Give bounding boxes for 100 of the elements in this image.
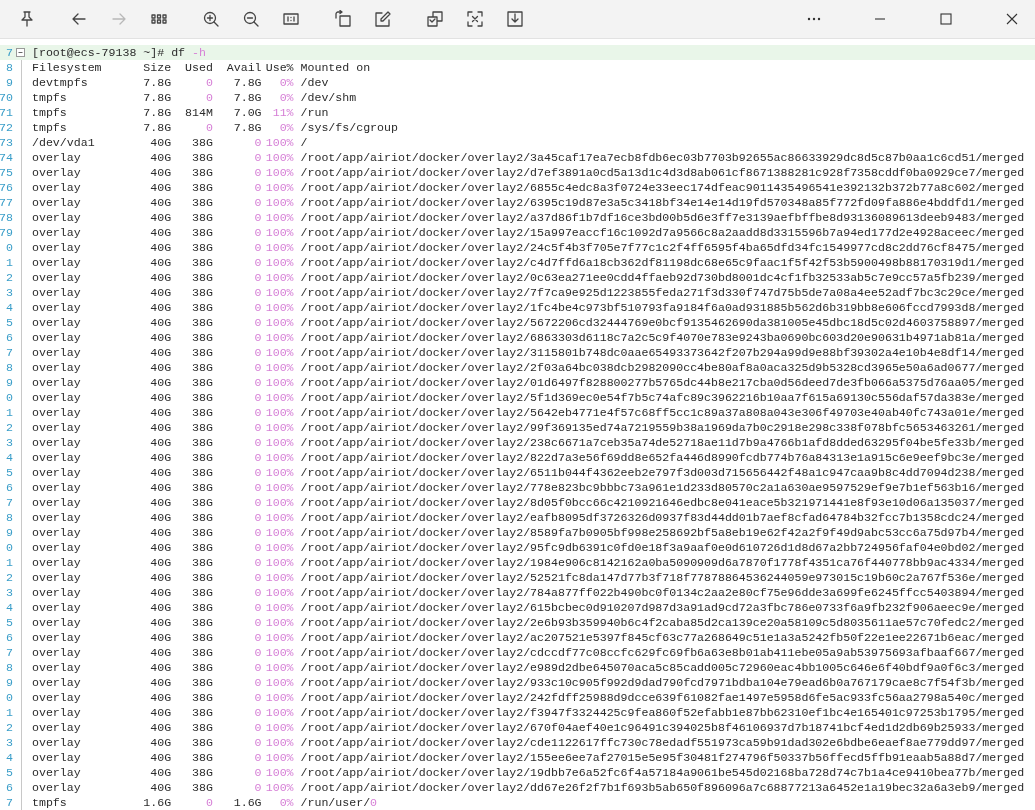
- use-percent-text: 100%: [264, 645, 294, 660]
- used-text: 38G: [191, 525, 213, 540]
- mount-path-text: /dev/shm: [300, 90, 357, 105]
- used-text: 38G: [191, 420, 213, 435]
- size-text: 40G: [149, 450, 172, 465]
- mount-path-text: /root/app/airiot/docker/overlay2/1984e906c8142162a0ba5090909d6a7870f1778f4351ca76f440778bb9ac4334/merged: [300, 555, 1025, 570]
- mount-path-text: /root/app/airiot/docker/overlay2/2e6b93b359940b6c4f2caba85d2ca139ce20a58109c5d8035611ae57c70fedc2/merged: [300, 615, 1025, 630]
- line-number: 4: [5, 750, 13, 765]
- use-percent-text: 100%: [264, 210, 294, 225]
- use-percent-text: 100%: [264, 465, 294, 480]
- line-number: 79: [0, 225, 13, 240]
- avail-text: 0: [253, 510, 262, 525]
- avail-text: 0: [253, 465, 262, 480]
- used-text: 38G: [191, 225, 213, 240]
- avail-text: 0: [253, 285, 262, 300]
- line-number: 1: [5, 255, 13, 270]
- use-percent-text: 100%: [264, 285, 294, 300]
- line-number: 75: [0, 165, 13, 180]
- avail-text: 0: [253, 675, 262, 690]
- line-number: 9: [5, 75, 13, 90]
- filesystem-text: tmpfs: [32, 90, 68, 105]
- size-text: 40G: [149, 435, 172, 450]
- fold-toggle-icon[interactable]: [16, 48, 25, 57]
- mount-path-text: /root/app/airiot/docker/overlay2/3a45caf17ea7ecb8fdb6ec03b7703b92655ac86633929dc8d5c87b0aa1c6cd51/merged: [300, 150, 1025, 165]
- filesystem-text: overlay: [32, 720, 82, 735]
- line-number: 3: [5, 585, 13, 600]
- size-text: 40G: [149, 540, 172, 555]
- avail-text: 0: [253, 255, 262, 270]
- filesystem-text: overlay: [32, 420, 82, 435]
- line-number: 74: [0, 150, 13, 165]
- mount-path-text: /root/app/airiot/docker/overlay2/2f03a64bc038dcb2982090cc4be80af8a0aca325d9b5328cd3965e50a6ad0677/merged: [300, 360, 1025, 375]
- line-number: 1: [5, 705, 13, 720]
- avail-text: 0: [253, 150, 262, 165]
- avail-text: 0: [253, 420, 262, 435]
- use-percent-text: 100%: [264, 450, 294, 465]
- copy-icon: [426, 10, 444, 28]
- line-number: 6: [5, 330, 13, 345]
- mount-path-text: /run/user/0: [300, 795, 378, 810]
- used-text: 38G: [191, 600, 213, 615]
- size-text: 40G: [149, 405, 172, 420]
- use-percent-text: 100%: [264, 570, 294, 585]
- used-text: 0: [204, 120, 213, 135]
- used-text: 38G: [191, 180, 213, 195]
- avail-text: 0: [253, 765, 262, 780]
- size-text: 40G: [149, 495, 172, 510]
- use-percent-text: 100%: [264, 630, 294, 645]
- line-number: 73: [0, 135, 13, 150]
- used-text: 38G: [191, 765, 213, 780]
- use-percent-text: 100%: [264, 255, 294, 270]
- mount-path-text: /dev: [300, 75, 329, 90]
- use-percent-text: 100%: [264, 750, 294, 765]
- avail-text: 0: [253, 330, 262, 345]
- use-percent-text: 0%: [278, 75, 294, 90]
- size-text: 40G: [149, 510, 172, 525]
- avail-text: Avail: [225, 60, 262, 75]
- size-text: 40G: [149, 255, 172, 270]
- used-text: 38G: [191, 150, 213, 165]
- avail-text: 0: [253, 450, 262, 465]
- avail-text: 7.8G: [232, 90, 262, 105]
- used-text: 38G: [191, 705, 213, 720]
- size-text: 40G: [149, 555, 172, 570]
- line-number: 1: [5, 405, 13, 420]
- mount-path-text: /root/app/airiot/docker/overlay2/99f369135ed74a7219559b38a1969da7b0c2918e298c338f078bfc5653463261/merged: [300, 420, 1025, 435]
- used-text: 38G: [191, 195, 213, 210]
- avail-text: 0: [253, 615, 262, 630]
- avail-text: 0: [253, 645, 262, 660]
- filesystem-text: overlay: [32, 705, 82, 720]
- mount-path-text: /root/app/airiot/docker/overlay2/95fc9db6391c0fd0e18f3a9aaf0e0d610726d1d8d67a2bb724956faf04e0bd02/merged: [300, 540, 1025, 555]
- use-percent-text: 100%: [264, 495, 294, 510]
- use-percent-text: 100%: [264, 705, 294, 720]
- avail-text: 0: [253, 600, 262, 615]
- line-number: 76: [0, 180, 13, 195]
- avail-text: 7.8G: [232, 120, 262, 135]
- line-number: 78: [0, 210, 13, 225]
- close-icon: [1005, 12, 1019, 26]
- use-percent-text: 100%: [264, 660, 294, 675]
- edit-icon: [374, 10, 392, 28]
- mount-path-text: /root/app/airiot/docker/overlay2/f3947f3324425c9fea860f52efabb1e87bb62310ef1bc4e165401c97253b1795/merged: [300, 705, 1025, 720]
- size-text: 40G: [149, 270, 172, 285]
- line-number: 7: [5, 795, 13, 810]
- mount-path-text: /root/app/airiot/docker/overlay2/238c6671a7ceb35a74de52718ae11d7b9a4766b1afd8dded63295f04be5fe33b/merged: [300, 435, 1025, 450]
- used-text: 38G: [191, 690, 213, 705]
- avail-text: 0: [253, 660, 262, 675]
- mount-path-text: /root/app/airiot/docker/overlay2/19dbb7e6a52fc6f4a57184a9061be545d02168ba728d74c7b1a4ce9410bea77b/merged: [300, 765, 1025, 780]
- size-text: 40G: [149, 525, 172, 540]
- line-number: 8: [5, 60, 13, 75]
- avail-text: 0: [253, 345, 262, 360]
- size-text: 40G: [149, 585, 172, 600]
- use-percent-text: 100%: [264, 225, 294, 240]
- use-percent-text: 100%: [264, 360, 294, 375]
- line-number: 7: [5, 495, 13, 510]
- mount-path-text: /root/app/airiot/docker/overlay2/e989d2dbe645070aca5c85cadd005c72960eac4bb1005c646e6f40bdf9a0f6c3/merged: [300, 660, 1025, 675]
- use-percent-text: 100%: [264, 330, 294, 345]
- line-number: 4: [5, 600, 13, 615]
- mount-path-text: /root/app/airiot/docker/overlay2/d7ef3891a0cd5a13d1c4d3d8ab061cf8671388281c928f7358cddf0ba0929ce7/merged: [300, 165, 1025, 180]
- used-text: 38G: [191, 315, 213, 330]
- mount-path-text: /root/app/airiot/docker/overlay2/784a877ff022b490bc0f0134c2aa2e80cf75e96dde3a699fe6245ffcc5403894/merged: [300, 585, 1025, 600]
- save-icon: [506, 10, 524, 28]
- avail-text: 0: [253, 705, 262, 720]
- line-number: 8: [5, 660, 13, 675]
